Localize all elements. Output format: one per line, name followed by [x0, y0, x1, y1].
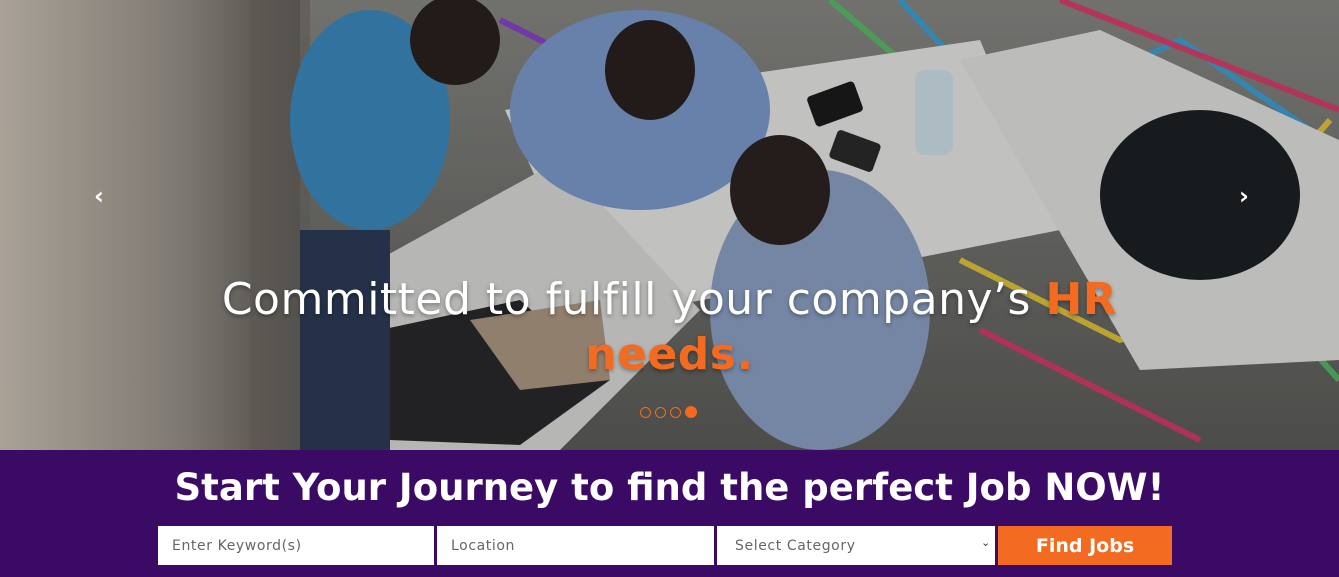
- chevron-down-icon: ⌄: [981, 536, 991, 549]
- headline-text: Committed to fulfill your company’s: [221, 274, 1046, 325]
- carousel-dot-active[interactable]: [685, 406, 697, 418]
- carousel-dot[interactable]: [640, 406, 651, 418]
- job-search-form: Enter Keyword(s) Location Select Categor…: [158, 526, 1172, 565]
- carousel-dot[interactable]: [655, 406, 666, 418]
- hero-headline: Committed to fulfill your company’s HR n…: [0, 272, 1339, 382]
- location-input[interactable]: Location: [437, 526, 714, 565]
- hero-carousel: ‹ › Committed to fulfill your company’s …: [0, 0, 1339, 450]
- category-selected-value: Select Category: [735, 537, 856, 554]
- carousel-next-button[interactable]: ›: [1231, 180, 1257, 212]
- carousel-dot[interactable]: [670, 406, 681, 418]
- carousel-prev-button[interactable]: ‹: [86, 180, 112, 212]
- hero-photo: [0, 0, 1339, 450]
- category-select[interactable]: Select Category ⌄: [717, 526, 995, 565]
- keyword-input[interactable]: Enter Keyword(s): [158, 526, 434, 565]
- carousel-indicators: [640, 406, 697, 418]
- chevron-left-icon: ‹: [94, 182, 104, 210]
- headline-accent-hr: HR: [1045, 274, 1118, 325]
- keyword-placeholder: Enter Keyword(s): [172, 537, 302, 554]
- headline-accent-needs: needs.: [585, 329, 754, 380]
- chevron-right-icon: ›: [1239, 182, 1249, 210]
- location-placeholder: Location: [451, 537, 516, 554]
- find-jobs-button[interactable]: Find Jobs: [998, 526, 1172, 565]
- job-search-band: Start Your Journey to find the perfect J…: [0, 450, 1339, 577]
- search-title: Start Your Journey to find the perfect J…: [174, 466, 1165, 509]
